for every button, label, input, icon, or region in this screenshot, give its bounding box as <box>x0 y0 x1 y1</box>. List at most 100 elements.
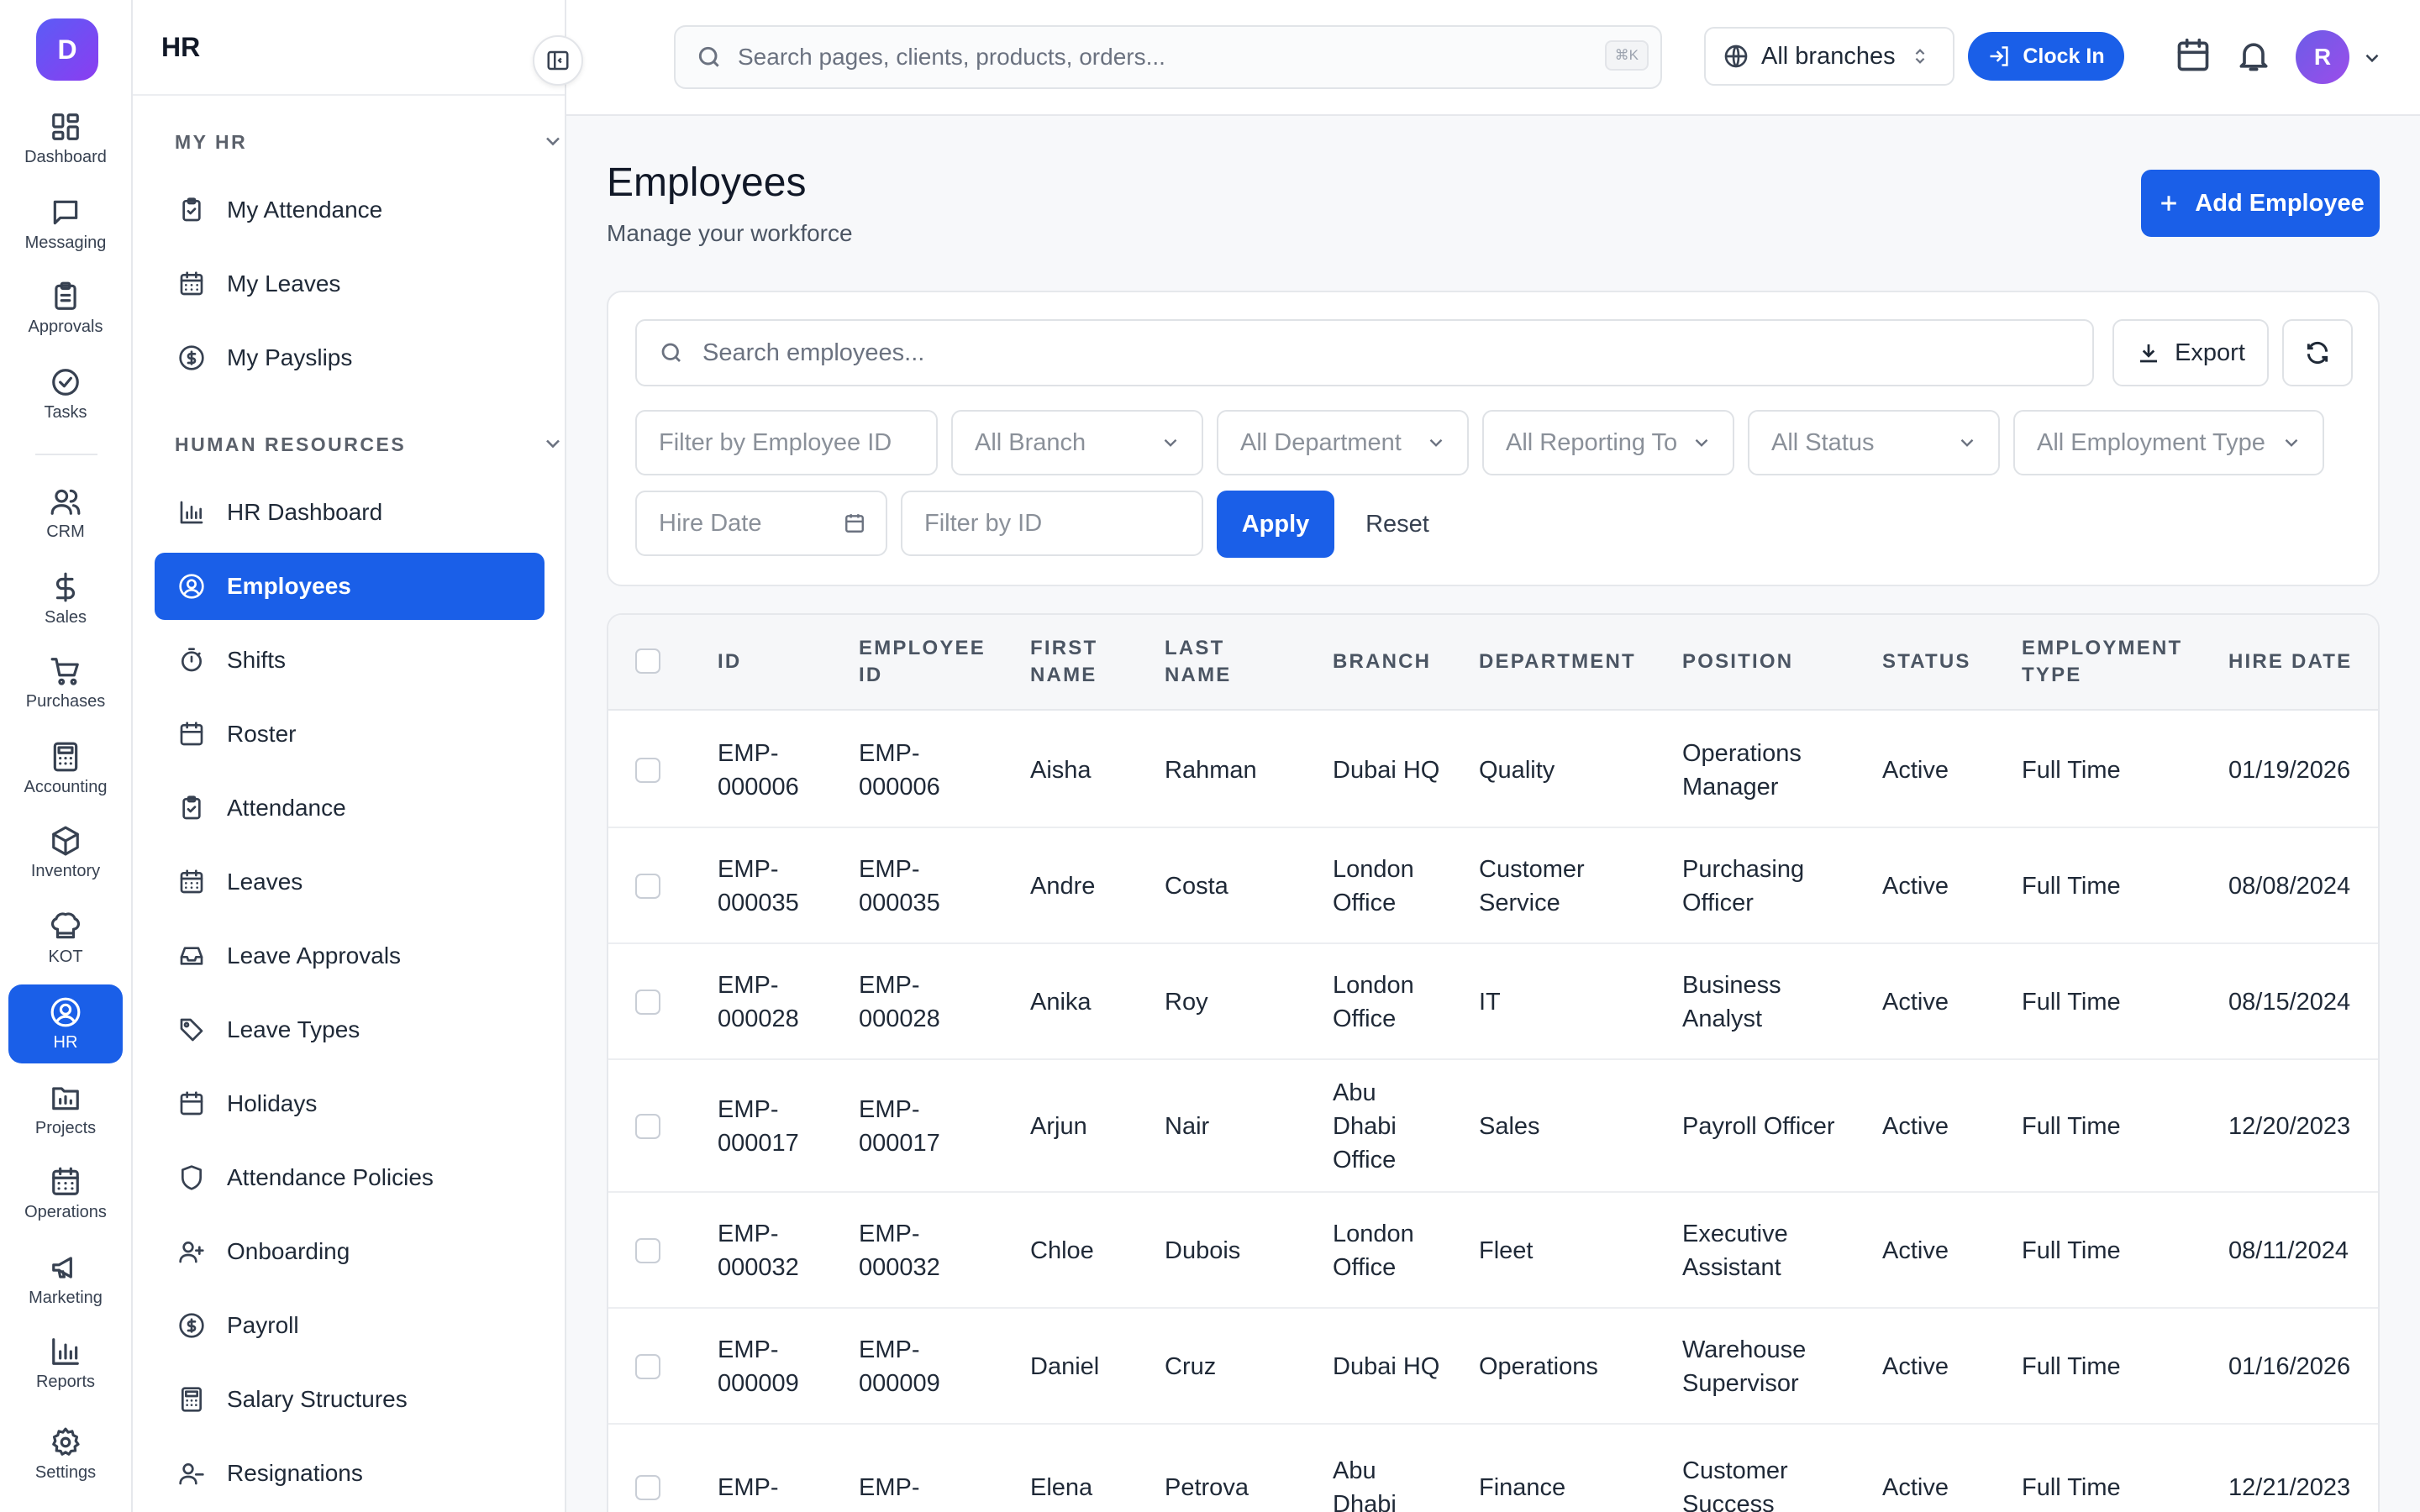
column-header-status[interactable]: STATUS <box>1882 648 1971 675</box>
employee-search-input[interactable] <box>702 339 2047 367</box>
sidebar-item-hr-dashboard[interactable]: HR Dashboard <box>155 479 544 546</box>
sidebar-item-label: My Leaves <box>227 270 341 297</box>
department-filter[interactable]: All Department <box>1217 410 1469 475</box>
row-checkbox[interactable] <box>635 758 660 783</box>
rail-label: Inventory <box>30 861 101 880</box>
status-filter[interactable]: All Status <box>1748 410 2000 475</box>
rail-item-crm[interactable]: CRM <box>8 474 123 553</box>
add-employee-button[interactable]: Add Employee <box>2141 170 2380 237</box>
row-checkbox[interactable] <box>635 874 660 899</box>
reset-button[interactable]: Reset <box>1351 491 1444 558</box>
sidebar-item-salary-structures[interactable]: Salary Structures <box>155 1366 544 1433</box>
column-header-department[interactable]: DEPARTMENT <box>1479 648 1636 675</box>
rail-item-approvals[interactable]: Approvals <box>8 269 123 348</box>
column-header-first-name[interactable]: FIRST NAME <box>1030 635 1131 689</box>
sidebar-item-employees[interactable]: Employees <box>155 553 544 620</box>
hire-date-filter[interactable]: Hire Date <box>635 491 887 556</box>
cell-first-name: Andre <box>1030 873 1096 900</box>
apply-button[interactable]: Apply <box>1217 491 1334 558</box>
sidebar-item-holidays[interactable]: Holidays <box>155 1070 544 1137</box>
clock-in-button[interactable]: Clock In <box>1968 32 2124 81</box>
cell-last-name: Costa <box>1165 873 1228 900</box>
rail-item-tasks[interactable]: Tasks <box>8 354 123 433</box>
clock-in-label: Clock In <box>2023 44 2105 68</box>
id-filter[interactable] <box>901 491 1203 556</box>
column-header-branch[interactable]: BRANCH <box>1333 648 1431 675</box>
sidebar-item-payroll[interactable]: Payroll <box>155 1292 544 1359</box>
column-header-position[interactable]: POSITION <box>1682 648 1793 675</box>
collapse-sidebar-button[interactable] <box>533 35 583 86</box>
cell-employee-id: EMP-000028 <box>859 972 940 1032</box>
global-search[interactable]: ⌘K <box>674 25 1662 89</box>
sidebar-item-onboarding[interactable]: Onboarding <box>155 1218 544 1285</box>
section-heading-my-hr[interactable]: MY HR <box>175 131 662 154</box>
refresh-button[interactable] <box>2282 319 2353 386</box>
rail-item-kot[interactable]: KOT <box>8 899 123 978</box>
sidebar-item-roster[interactable]: Roster <box>155 701 544 768</box>
bell-icon[interactable] <box>2235 37 2272 74</box>
table-row[interactable]: EMP-000006 EMP-000006 Aisha Rahman Dubai HQ Q… <box>608 712 2378 828</box>
rail-item-hr[interactable]: HR <box>8 984 123 1063</box>
rail-item-messaging[interactable]: Messaging <box>8 185 123 264</box>
select-all-checkbox[interactable] <box>635 648 660 674</box>
sidebar-item-leave-types[interactable]: Leave Types <box>155 996 544 1063</box>
section-heading-human-resources[interactable]: HUMAN RESOURCES <box>175 433 662 456</box>
employment-type-filter[interactable]: All Employment Type <box>2013 410 2324 475</box>
sidebar-item-attendance-policies[interactable]: Attendance Policies <box>155 1144 544 1211</box>
sidebar-item-my-attendance[interactable]: My Attendance <box>155 176 544 244</box>
sidebar-item-label: Shifts <box>227 647 287 673</box>
table-row[interactable]: EMP-000017 EMP-000017 Arjun Nair Abu Dhabi O… <box>608 1060 2378 1193</box>
clipboard-check-icon <box>178 795 205 822</box>
sidebar-item-shifts[interactable]: Shifts <box>155 627 544 694</box>
rail-item-accounting[interactable]: Accounting <box>8 729 123 808</box>
app-logo[interactable]: D <box>36 18 98 81</box>
table-row[interactable]: EMP-000035 EMP-000035 Andre Costa London Off… <box>608 828 2378 944</box>
id-filter-input[interactable] <box>924 509 1176 538</box>
user-avatar[interactable]: R <box>2296 30 2349 84</box>
cell-employment-type: Full Time <box>2022 873 2121 900</box>
table-row[interactable]: EMP-000028 EMP-000028 Anika Roy London Offic… <box>608 944 2378 1060</box>
rail-item-reports[interactable]: Reports <box>8 1324 123 1403</box>
rail-item-dashboard[interactable]: Dashboard <box>8 99 123 178</box>
column-header-id[interactable]: ID <box>718 648 741 675</box>
shield-icon <box>178 1164 205 1191</box>
branch-filter[interactable]: All Branch <box>951 410 1203 475</box>
sidebar-item-leave-approvals[interactable]: Leave Approvals <box>155 922 544 990</box>
row-checkbox[interactable] <box>635 1354 660 1379</box>
cell-position: Executive Assistant <box>1682 1221 1788 1281</box>
branch-selector[interactable]: All branches <box>1704 27 1954 86</box>
sidebar-item-leaves[interactable]: Leaves <box>155 848 544 916</box>
sidebar-item-attendance[interactable]: Attendance <box>155 774 544 842</box>
export-button[interactable]: Export <box>2112 319 2269 386</box>
rail-item-operations[interactable]: Operations <box>8 1154 123 1233</box>
rail-item-sales[interactable]: Sales <box>8 559 123 638</box>
rail-label: Approvals <box>28 317 103 336</box>
column-header-hire-date[interactable]: HIRE DATE <box>2228 648 2352 675</box>
row-checkbox[interactable] <box>635 1114 660 1139</box>
employee-id-filter-input[interactable] <box>659 428 911 457</box>
chevron-down-icon[interactable] <box>2361 47 2383 69</box>
row-checkbox[interactable] <box>635 1238 660 1263</box>
rail-item-settings[interactable]: Settings <box>8 1415 123 1494</box>
column-header-last-name[interactable]: LAST NAME <box>1165 635 1265 689</box>
rail-item-purchases[interactable]: Purchases <box>8 643 123 722</box>
table-row[interactable]: EMP-000032 EMP-000032 Chloe Dubois London Of… <box>608 1193 2378 1309</box>
row-checkbox[interactable] <box>635 990 660 1015</box>
sidebar-item-resignations[interactable]: Resignations <box>155 1440 544 1507</box>
table-row[interactable]: EMP-000009 EMP-000009 Daniel Cruz Dubai HQ Op… <box>608 1309 2378 1425</box>
column-header-employment-type[interactable]: EMPLOYMENT TYPE <box>2022 635 2207 689</box>
calendar-icon[interactable] <box>2175 37 2212 74</box>
table-row[interactable]: EMP- EMP- Elena Petrova Abu Dhabi Finance Cust… <box>608 1425 2378 1512</box>
rail-item-marketing[interactable]: Marketing <box>8 1240 123 1319</box>
employee-id-filter[interactable] <box>635 410 938 475</box>
global-search-input[interactable] <box>738 44 1578 71</box>
rail-item-projects[interactable]: Projects <box>8 1070 123 1149</box>
employee-search[interactable] <box>635 319 2094 386</box>
cell-id: EMP-000035 <box>718 856 799 916</box>
sidebar-item-my-leaves[interactable]: My Leaves <box>155 250 544 318</box>
row-checkbox[interactable] <box>635 1475 660 1500</box>
reporting-to-filter[interactable]: All Reporting To <box>1482 410 1734 475</box>
column-header-employee-id[interactable]: EMPLOYEE ID <box>859 635 985 689</box>
sidebar-item-my-payslips[interactable]: My Payslips <box>155 324 544 391</box>
rail-item-inventory[interactable]: Inventory <box>8 813 123 892</box>
